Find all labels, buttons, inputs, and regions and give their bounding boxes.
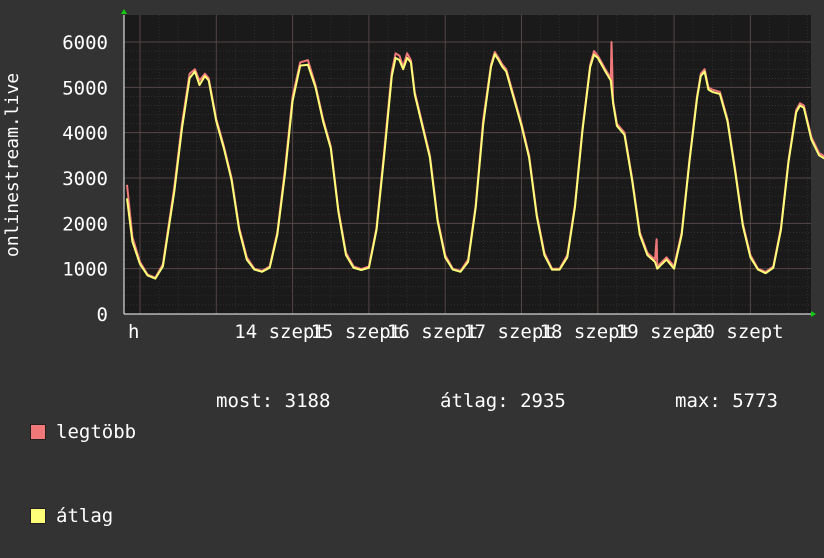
y-axis-arrow-icon — [121, 9, 127, 14]
legend-item-avg: átlag — [30, 502, 136, 530]
y-tick-label: 5000 — [62, 77, 108, 99]
x-tick-label: 20 szept — [692, 321, 784, 343]
x-tick-labels: h 14 szept15 szept16 szept17 szept18 szep… — [128, 321, 784, 343]
stat-now: most: 3188 — [216, 390, 331, 412]
chart: 0 1000 2000 3000 4000 5000 6000 h 14 szept15 sz… — [2, 9, 824, 343]
x-tick-label: h — [128, 321, 139, 343]
y-tick-label: 1000 — [62, 259, 108, 281]
max-swatch — [30, 424, 46, 440]
y-tick-labels: 0 1000 2000 3000 4000 5000 6000 — [62, 32, 108, 326]
y-tick-label: 2000 — [62, 213, 108, 235]
x-axis-arrow-icon — [811, 311, 816, 317]
stat-max: max: 5773 — [675, 390, 778, 412]
y-tick-label: 3000 — [62, 168, 108, 190]
y-tick-label: 4000 — [62, 123, 108, 145]
avg-swatch — [30, 508, 46, 524]
legend-max-label: legtöbb — [56, 421, 137, 443]
y-axis-label: onlinestream.live — [2, 73, 23, 257]
y-tick-label: 0 — [97, 304, 108, 326]
legend-avg-label: átlag — [56, 505, 114, 527]
y-tick-label: 6000 — [62, 32, 108, 54]
legend-item-max: legtöbb — [30, 418, 136, 446]
legend: legtöbb átlag — [30, 362, 136, 558]
stat-avg: átlag: 2935 — [440, 390, 566, 412]
